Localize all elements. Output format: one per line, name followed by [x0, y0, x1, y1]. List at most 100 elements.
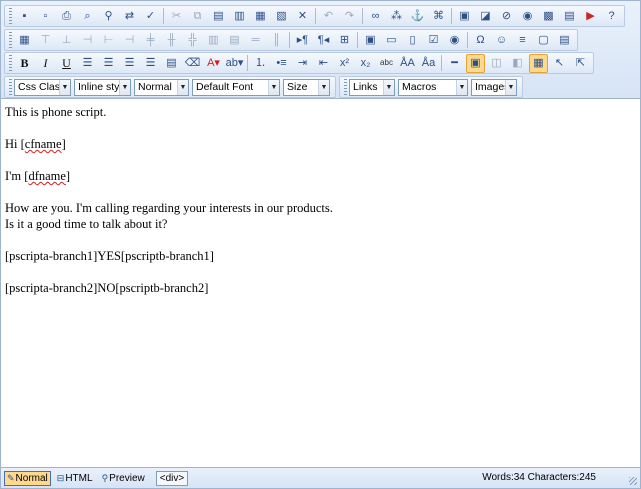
toolbar-grip-icon[interactable] — [9, 32, 12, 48]
chevron-down-icon[interactable]: ▼ — [59, 79, 70, 95]
paragraph-dropdown[interactable]: Normal ▼ — [134, 78, 189, 96]
radio-icon[interactable]: ◉ — [445, 31, 464, 50]
spellcheck-icon[interactable]: ✓ — [141, 7, 160, 26]
unlink-icon[interactable]: ⁂ — [387, 7, 406, 26]
print-icon[interactable]: ⎙ — [57, 7, 76, 26]
paste-icon[interactable]: ▤ — [209, 7, 228, 26]
images-dropdown[interactable]: Images▼ — [471, 78, 517, 96]
eraser-icon[interactable]: ⌫ — [183, 54, 202, 73]
column-props-icon[interactable]: ║ — [267, 31, 286, 50]
misspelled-word[interactable]: dfname — [28, 169, 65, 183]
link-tree-icon[interactable]: ⌘ — [429, 7, 448, 26]
replace-icon[interactable]: ⇄ — [120, 7, 139, 26]
superscript-icon[interactable]: x² — [335, 54, 354, 73]
chevron-down-icon[interactable]: ▼ — [268, 79, 279, 95]
find-icon[interactable]: ⚲ — [99, 7, 118, 26]
rtl-icon[interactable]: ¶◂ — [314, 31, 333, 50]
insert-layer-icon[interactable]: ▣ — [466, 53, 485, 73]
textbox-icon[interactable]: ▭ — [382, 31, 401, 50]
align-left-icon[interactable]: ☰ — [78, 54, 97, 73]
image-editor-icon[interactable]: ◪ — [476, 7, 495, 26]
underline-icon[interactable]: U — [57, 54, 76, 73]
merge-cells-icon[interactable]: ╫ — [162, 31, 181, 50]
align-right-icon[interactable]: ☰ — [120, 54, 139, 73]
strikethrough-icon[interactable]: abc — [377, 54, 396, 73]
highlight-color-icon[interactable]: ab▾ — [225, 54, 244, 73]
normal-mode-button[interactable]: ✎ Normal — [4, 470, 51, 486]
editor-content[interactable]: This is phone script. Hi [cfname] I'm [d… — [5, 104, 635, 312]
links-dropdown[interactable]: Links ▼ — [349, 78, 395, 96]
save-icon[interactable]: ▪ — [15, 7, 34, 26]
outdent-icon[interactable]: ⇤ — [314, 54, 333, 73]
bold-icon[interactable]: B — [15, 54, 34, 73]
preview-icon[interactable]: ⌕ — [78, 7, 97, 26]
redo-icon[interactable]: ↷ — [340, 7, 359, 26]
media-icon[interactable]: ◉ — [518, 7, 537, 26]
paste-word-icon[interactable]: ▦ — [251, 7, 270, 26]
copy-icon[interactable]: ⧉ — [188, 7, 207, 26]
insert-row-below-icon[interactable]: ⊥ — [57, 31, 76, 50]
insert-box-icon[interactable]: ▢ — [534, 31, 553, 50]
row-props-icon[interactable]: ═ — [246, 31, 265, 50]
insert-table-icon[interactable]: ▦ — [15, 31, 34, 50]
checkbox-icon[interactable]: ☑ — [424, 31, 443, 50]
form-icon[interactable]: ▣ — [361, 31, 380, 50]
date-icon[interactable]: ▤ — [555, 31, 574, 50]
anchor-icon[interactable]: ⚓ — [408, 7, 427, 26]
css-class-dropdown[interactable]: Css Class▼ — [14, 78, 71, 96]
insert-link-icon[interactable]: ∞ — [366, 7, 385, 26]
ordered-list-icon[interactable]: ⒈ — [251, 54, 270, 73]
insert-row-above-icon[interactable]: ⊤ — [36, 31, 55, 50]
help-icon[interactable]: ? — [602, 7, 621, 26]
subscript-icon[interactable]: x₂ — [356, 54, 375, 73]
delete-row-icon[interactable]: ⊣ — [78, 31, 97, 50]
unordered-list-icon[interactable]: •≡ — [272, 54, 291, 73]
chevron-down-icon[interactable]: ▼ — [383, 79, 394, 95]
show-borders-icon[interactable]: ⊞ — [335, 31, 354, 50]
chevron-down-icon[interactable]: ▼ — [505, 79, 516, 95]
font-dropdown[interactable]: Default Font ▼ — [192, 78, 280, 96]
toolbar-grip-icon[interactable] — [9, 55, 12, 71]
chevron-down-icon[interactable]: ▼ — [456, 79, 467, 95]
lowercase-icon[interactable]: Åa — [419, 54, 438, 73]
document-icon[interactable]: ▩ — [539, 7, 558, 26]
pointer-icon[interactable]: ⇱ — [571, 54, 590, 73]
paste-text-icon[interactable]: ▥ — [230, 7, 249, 26]
inline-style-dropdown[interactable]: Inline style▼ — [74, 78, 131, 96]
insert-image-icon[interactable]: ▣ — [455, 7, 474, 26]
chevron-down-icon[interactable]: ▼ — [119, 79, 130, 95]
tag-selector-button[interactable]: <div> — [155, 470, 189, 486]
italic-icon[interactable]: I — [36, 54, 55, 73]
insert-column-left-icon[interactable]: ⊢ — [99, 31, 118, 50]
send-backward-icon[interactable]: ◧ — [508, 54, 527, 73]
bring-forward-icon[interactable]: ◫ — [487, 54, 506, 73]
align-justify-icon[interactable]: ☰ — [141, 54, 160, 73]
toolbar-grip-icon[interactable] — [9, 8, 12, 24]
uppercase-icon[interactable]: ÅA — [398, 54, 417, 73]
indent-icon[interactable]: ⇥ — [293, 54, 312, 73]
split-cells-icon[interactable]: ╬ — [183, 31, 202, 50]
delete-icon[interactable]: ✕ — [293, 7, 312, 26]
html-mode-button[interactable]: ⊟ HTML — [54, 471, 96, 486]
show-grid-icon[interactable]: ▦ — [529, 53, 548, 73]
paste-html-icon[interactable]: ▧ — [272, 7, 291, 26]
ltr-icon[interactable]: ▸¶ — [293, 31, 312, 50]
resize-grip-icon[interactable] — [629, 477, 637, 485]
special-char-icon[interactable]: Ω — [471, 31, 490, 50]
table-props-icon[interactable]: ▤ — [225, 31, 244, 50]
cut-icon[interactable]: ✂ — [167, 7, 186, 26]
insert-column-right-icon[interactable]: ⊣ — [120, 31, 139, 50]
code-snippet-icon[interactable]: ≡ — [513, 31, 532, 50]
flash-icon[interactable]: ⊘ — [497, 7, 516, 26]
misspelled-word[interactable]: cfname — [25, 137, 62, 151]
preview-mode-button[interactable]: ⚲ Preview — [99, 471, 148, 486]
macros-dropdown[interactable]: Macros ▼ — [398, 78, 468, 96]
youtube-icon[interactable]: ▶ — [581, 7, 600, 26]
undo-icon[interactable]: ↶ — [319, 7, 338, 26]
chevron-down-icon[interactable]: ▼ — [177, 79, 188, 95]
toolbar-grip-icon[interactable] — [9, 79, 12, 95]
textarea-icon[interactable]: ▯ — [403, 31, 422, 50]
template-icon[interactable]: ▤ — [560, 7, 579, 26]
align-center-icon[interactable]: ☰ — [99, 54, 118, 73]
delete-column-icon[interactable]: ╪ — [141, 31, 160, 50]
